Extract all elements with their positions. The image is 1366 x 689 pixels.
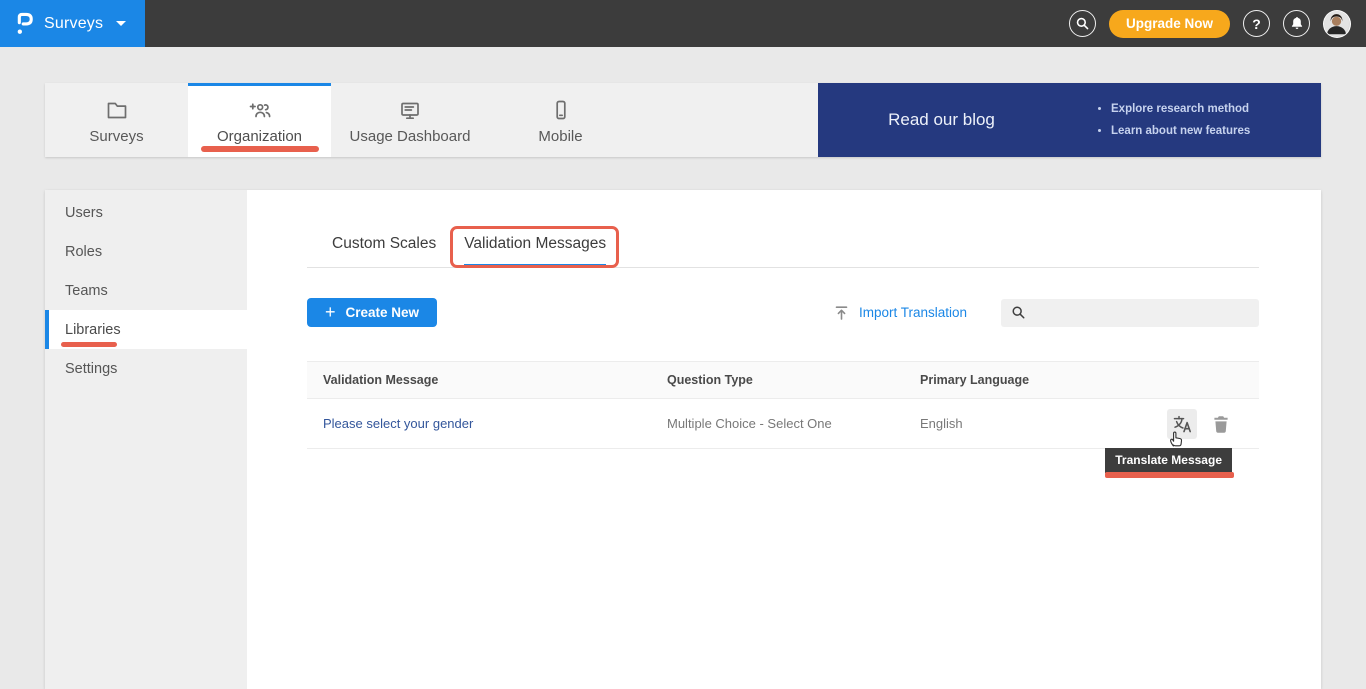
sidebar-item-label: Libraries — [65, 322, 121, 338]
tab-label: Usage Dashboard — [350, 128, 471, 145]
search-icon — [1011, 305, 1026, 320]
tab-surveys[interactable]: Surveys — [45, 83, 188, 157]
organization-icon — [247, 99, 273, 121]
notifications-button[interactable] — [1283, 10, 1310, 37]
sidebar-item-roles[interactable]: Roles — [45, 232, 247, 271]
banner-bullet: Learn about new features — [1111, 120, 1250, 142]
sidebar-item-label: Teams — [65, 283, 108, 299]
folder-icon — [105, 99, 129, 121]
question-mark-icon: ? — [1252, 16, 1261, 32]
question-type-cell: Multiple Choice - Select One — [667, 416, 920, 431]
search-icon — [1075, 16, 1090, 31]
sidebar-item-teams[interactable]: Teams — [45, 271, 247, 310]
sidebar-item-settings[interactable]: Settings — [45, 349, 247, 388]
sidebar-item-label: Roles — [65, 244, 102, 260]
tab-label: Custom Scales — [332, 235, 436, 252]
module-nav: Surveys Organization — [45, 83, 1321, 157]
content-area: Custom Scales Validation Messages + Crea… — [247, 190, 1321, 689]
dashboard-icon — [398, 99, 422, 121]
delete-button[interactable] — [1213, 415, 1229, 433]
search-input[interactable] — [1034, 304, 1249, 321]
blog-banner[interactable]: Read our blog Explore research method Le… — [818, 83, 1321, 157]
questionpro-logo-icon — [15, 10, 34, 37]
import-translation-link[interactable]: Import Translation — [834, 305, 967, 321]
tab-usage-dashboard[interactable]: Usage Dashboard — [331, 83, 489, 157]
top-bar-actions: Upgrade Now ? — [1069, 10, 1366, 38]
sidebar-item-label: Settings — [65, 361, 117, 377]
row-actions — [1167, 409, 1259, 439]
upgrade-now-button[interactable]: Upgrade Now — [1109, 10, 1230, 38]
caret-down-icon — [116, 21, 126, 26]
create-new-label: Create New — [346, 305, 420, 320]
trash-icon — [1213, 415, 1229, 433]
translate-icon — [1172, 415, 1193, 433]
top-bar: Surveys Upgrade Now ? — [0, 0, 1366, 47]
tab-label: Organization — [217, 128, 302, 145]
import-translation-label: Import Translation — [859, 305, 967, 320]
tab-custom-scales[interactable]: Custom Scales — [332, 233, 436, 267]
translate-tooltip: Translate Message — [1105, 448, 1232, 473]
translate-button[interactable] — [1167, 409, 1197, 439]
avatar[interactable] — [1323, 10, 1351, 38]
plus-icon: + — [325, 303, 336, 321]
banner-bullet-list: Explore research method Learn about new … — [1065, 98, 1250, 142]
annotation-underline-libraries — [61, 342, 117, 347]
main-panel: Users Roles Teams Libraries Settings Cus… — [45, 190, 1321, 689]
banner-title: Read our blog — [818, 110, 1065, 130]
tab-label: Surveys — [89, 128, 143, 145]
sidebar-item-users[interactable]: Users — [45, 193, 247, 232]
tab-validation-messages[interactable]: Validation Messages — [464, 233, 606, 267]
annotation-underline-tooltip — [1105, 472, 1234, 478]
column-header-validation-message: Validation Message — [307, 373, 667, 387]
column-header-question-type: Question Type — [667, 373, 920, 387]
global-search-button[interactable] — [1069, 10, 1096, 37]
tab-organization[interactable]: Organization — [188, 83, 331, 157]
sidebar-item-label: Users — [65, 205, 103, 221]
tab-label: Mobile — [538, 128, 582, 145]
create-new-button[interactable]: + Create New — [307, 298, 437, 327]
product-switcher[interactable]: Surveys — [0, 0, 145, 47]
tab-mobile[interactable]: Mobile — [489, 83, 632, 157]
primary-language-cell: English — [920, 416, 1167, 431]
upload-icon — [834, 305, 849, 321]
validation-messages-table: Validation Message Question Type Primary… — [307, 361, 1259, 449]
tab-label: Validation Messages — [464, 235, 606, 252]
help-button[interactable]: ? — [1243, 10, 1270, 37]
tooltip-label: Translate Message — [1115, 453, 1222, 467]
table-row: Please select your gender Multiple Choic… — [307, 399, 1259, 449]
banner-bullet: Explore research method — [1111, 98, 1250, 120]
validation-message-link[interactable]: Please select your gender — [323, 416, 473, 431]
annotation-underline-organization — [201, 146, 319, 152]
toolbar: + Create New Import Translation — [307, 298, 1259, 327]
bell-icon — [1290, 16, 1304, 31]
table-header: Validation Message Question Type Primary… — [307, 361, 1259, 399]
table-search — [1001, 299, 1259, 327]
library-tabs: Custom Scales Validation Messages — [307, 233, 1259, 268]
column-header-primary-language: Primary Language — [920, 373, 1259, 387]
sidebar-item-libraries[interactable]: Libraries — [45, 310, 247, 349]
screen: Surveys Upgrade Now ? — [0, 0, 1366, 689]
sidebar: Users Roles Teams Libraries Settings — [45, 190, 247, 689]
mobile-icon — [549, 99, 573, 121]
product-menu-label: Surveys — [44, 15, 103, 33]
